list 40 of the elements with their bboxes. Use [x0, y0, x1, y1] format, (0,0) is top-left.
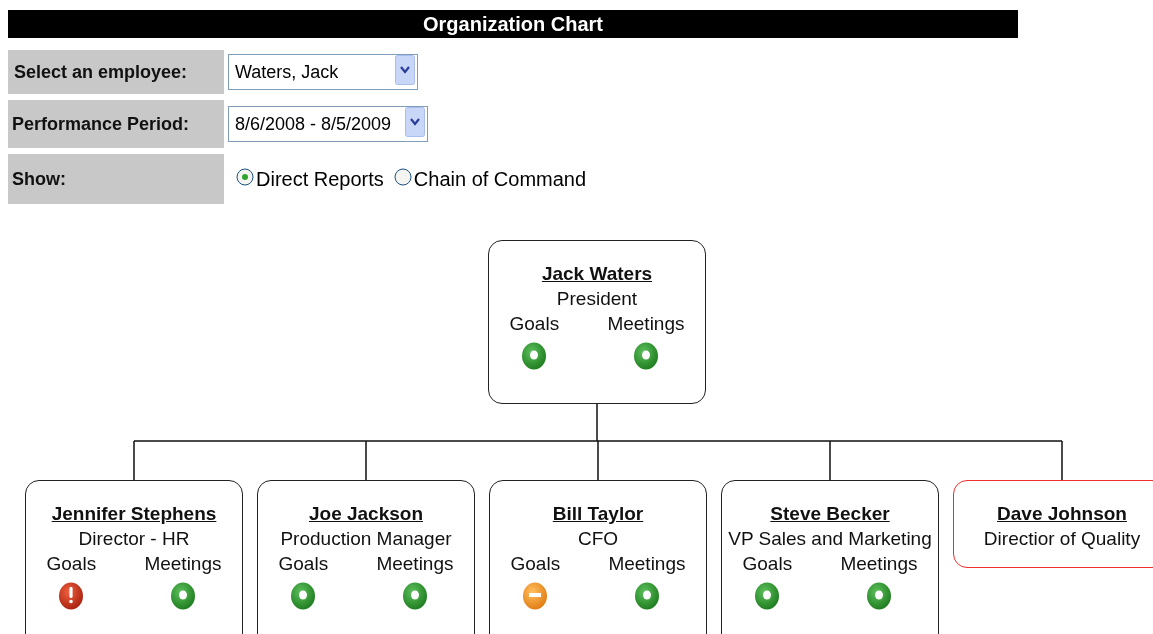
ok-status-icon — [522, 342, 547, 370]
ok-status-icon — [291, 582, 316, 610]
job-title: Director - HR — [78, 527, 190, 551]
radio-label[interactable]: Chain of Command — [413, 167, 587, 191]
metric-label: Meetings — [376, 552, 454, 576]
metric-label: Meetings — [840, 552, 918, 576]
ok-status-icon — [866, 582, 891, 610]
field-label: Performance Period: — [8, 100, 224, 148]
metric-label: Goals — [278, 552, 329, 576]
alert-status-icon — [59, 582, 84, 610]
ok-status-icon — [402, 582, 427, 610]
job-title: VP Sales and Marketing — [728, 527, 932, 551]
employee-link[interactable]: Joe Jackson — [308, 501, 424, 526]
job-title: Directior of Quality — [983, 527, 1141, 551]
employee-link[interactable]: Bill Taylor — [552, 501, 644, 526]
ok-status-icon — [755, 582, 780, 610]
ok-status-icon — [170, 582, 195, 610]
metric-label: Meetings — [144, 552, 222, 576]
employee-link[interactable]: Jennifer Stephens — [51, 501, 217, 526]
job-title: President — [556, 287, 638, 311]
field-label: Show: — [8, 154, 224, 204]
metric-label: Goals — [510, 552, 561, 576]
warning-status-icon — [523, 582, 548, 610]
job-title: CFO — [577, 527, 619, 551]
metric-label: Meetings — [608, 552, 686, 576]
metric-label: Goals — [742, 552, 793, 576]
metric-label: Goals — [509, 312, 560, 336]
metric-label: Meetings — [607, 312, 685, 336]
period-dropdown[interactable]: 8/6/2008 - 8/5/2009 — [228, 106, 428, 142]
job-title: Production Manager — [280, 527, 452, 551]
employee-dropdown[interactable]: Waters, Jack — [228, 54, 418, 90]
employee-link[interactable]: Dave Johnson — [997, 501, 1127, 526]
ok-status-icon — [633, 342, 658, 370]
field-label: Select an employee: — [8, 50, 224, 94]
radio-label[interactable]: Direct Reports — [256, 167, 384, 191]
employee-link[interactable]: Jack Waters — [541, 261, 653, 286]
employee-link[interactable]: Steve Becker — [770, 501, 890, 526]
metric-label: Goals — [46, 552, 97, 576]
ok-status-icon — [634, 582, 659, 610]
title-bar: Organization Chart — [8, 10, 1018, 38]
